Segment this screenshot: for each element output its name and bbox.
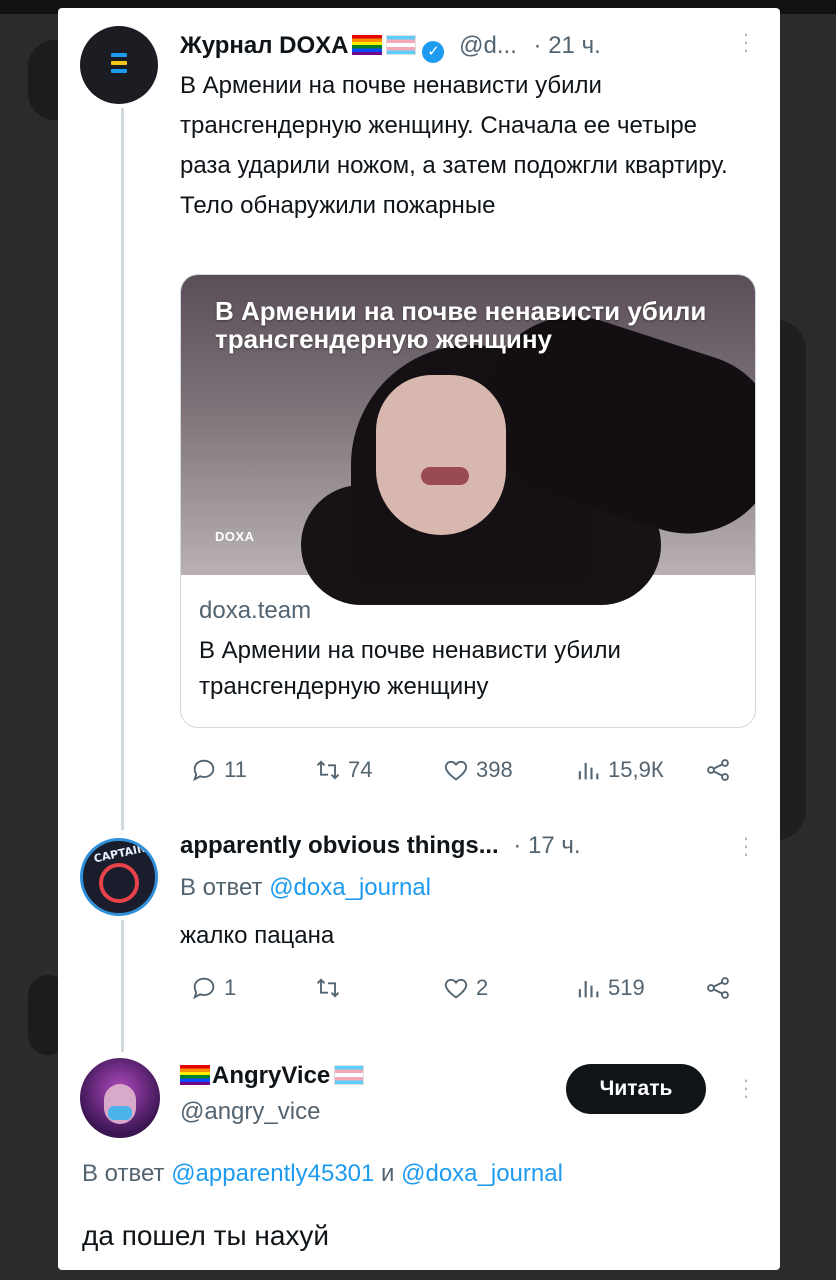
- reply-button[interactable]: 1: [190, 974, 236, 1002]
- author-name[interactable]: Журнал DOXA: [180, 32, 348, 59]
- reply-icon: [193, 759, 215, 782]
- reply-button[interactable]: 11: [190, 756, 247, 784]
- share-button[interactable]: [704, 974, 732, 1002]
- more-icon[interactable]: · · ·: [740, 1069, 750, 1107]
- like-icon: [444, 760, 468, 781]
- reply-mention[interactable]: @apparently45301: [171, 1160, 374, 1187]
- thread-connector: [121, 108, 124, 830]
- avatar-captain[interactable]: CAPTAIN: [80, 838, 158, 916]
- verified-icon: ✓: [422, 41, 445, 63]
- more-icon[interactable]: · · ·: [740, 827, 750, 865]
- link-card[interactable]: В Армении на почве ненависти убили транс…: [180, 274, 756, 728]
- tweet-time[interactable]: · 17 ч.: [513, 832, 580, 859]
- rainbow-flag-icon: [352, 35, 383, 55]
- views-button[interactable]: 519: [574, 974, 645, 1002]
- more-icon[interactable]: · · ·: [740, 23, 750, 61]
- reply-to-line: В ответ @apparently45301 и @doxa_journal: [82, 1160, 563, 1188]
- views-icon: [578, 763, 599, 780]
- card-title: В Армении на почве ненависти убили транс…: [199, 637, 621, 700]
- avatar-doxa[interactable]: [80, 26, 158, 104]
- retweet-icon: [316, 760, 340, 780]
- views-button[interactable]: 15,9К: [574, 756, 664, 784]
- reply-to-line: В ответ @doxa_journal: [180, 874, 431, 902]
- share-icon: [707, 759, 729, 781]
- tweet-text: жалко пацана: [180, 922, 335, 949]
- tweet-actions: 11 74 398 15,9К: [180, 756, 750, 790]
- share-button[interactable]: [704, 756, 732, 784]
- like-count: 398: [476, 757, 513, 782]
- author-name[interactable]: AngryVice: [212, 1062, 330, 1089]
- retweet-icon: [316, 978, 340, 998]
- tweet-text: В Армении на почве ненависти убили транс…: [180, 72, 728, 219]
- card-image-headline: В Армении на почве ненависти убили транс…: [215, 296, 707, 354]
- avatar-ring: [99, 863, 139, 903]
- thread-connector: [121, 920, 124, 1052]
- retweet-button[interactable]: 74: [314, 756, 372, 784]
- tweet-actions: 1 2 519: [180, 974, 750, 1008]
- author-name[interactable]: apparently obvious things...: [180, 832, 499, 859]
- doxa-logo-icon: [111, 53, 127, 77]
- rainbow-flag-icon: [180, 1065, 210, 1085]
- trans-flag-icon: [334, 1065, 365, 1085]
- avatar-angryvice[interactable]: [80, 1058, 160, 1138]
- share-icon: [707, 977, 729, 999]
- like-button[interactable]: 2: [442, 974, 488, 1002]
- trans-flag-icon: [386, 35, 417, 55]
- views-icon: [578, 981, 599, 998]
- like-button[interactable]: 398: [442, 756, 513, 784]
- author-handle[interactable]: @angry_vice: [180, 1098, 320, 1126]
- reply-to-label: В ответ: [180, 874, 263, 901]
- reply-count: 1: [224, 975, 237, 1000]
- like-icon: [444, 978, 468, 999]
- follow-button[interactable]: Читать: [566, 1064, 706, 1114]
- reply-count: 11: [224, 757, 247, 782]
- tweet-header: Журнал DOXA ✓ @d... · 21 ч.: [180, 32, 601, 63]
- retweet-count: 74: [348, 757, 373, 782]
- tweet-thread: Журнал DOXA ✓ @d... · 21 ч. · · · В Армении…: [58, 8, 780, 1270]
- card-image: В Армении на почве ненависти убили транс…: [181, 275, 755, 605]
- card-domain: doxa.team: [199, 597, 312, 624]
- retweet-button[interactable]: [314, 974, 342, 1002]
- like-count: 2: [476, 975, 489, 1000]
- reply-mention[interactable]: @doxa_journal: [269, 874, 431, 901]
- view-count: 519: [608, 975, 645, 1000]
- tweet-header: apparently obvious things... · 17 ч.: [180, 832, 581, 860]
- card-image-logo: DOXA: [215, 529, 255, 544]
- author-handle[interactable]: @d...: [459, 32, 517, 59]
- reply-and: и: [381, 1160, 395, 1187]
- tweet-time[interactable]: · 21 ч.: [534, 32, 601, 59]
- tweet-text: да пошел ты нахуй: [82, 1220, 330, 1251]
- view-count: 15,9К: [608, 757, 664, 782]
- reply-mention[interactable]: @doxa_journal: [401, 1160, 563, 1187]
- reply-to-label: В ответ: [82, 1160, 165, 1187]
- reply-icon: [193, 977, 215, 1000]
- tweet-header: AngryVice: [180, 1062, 365, 1090]
